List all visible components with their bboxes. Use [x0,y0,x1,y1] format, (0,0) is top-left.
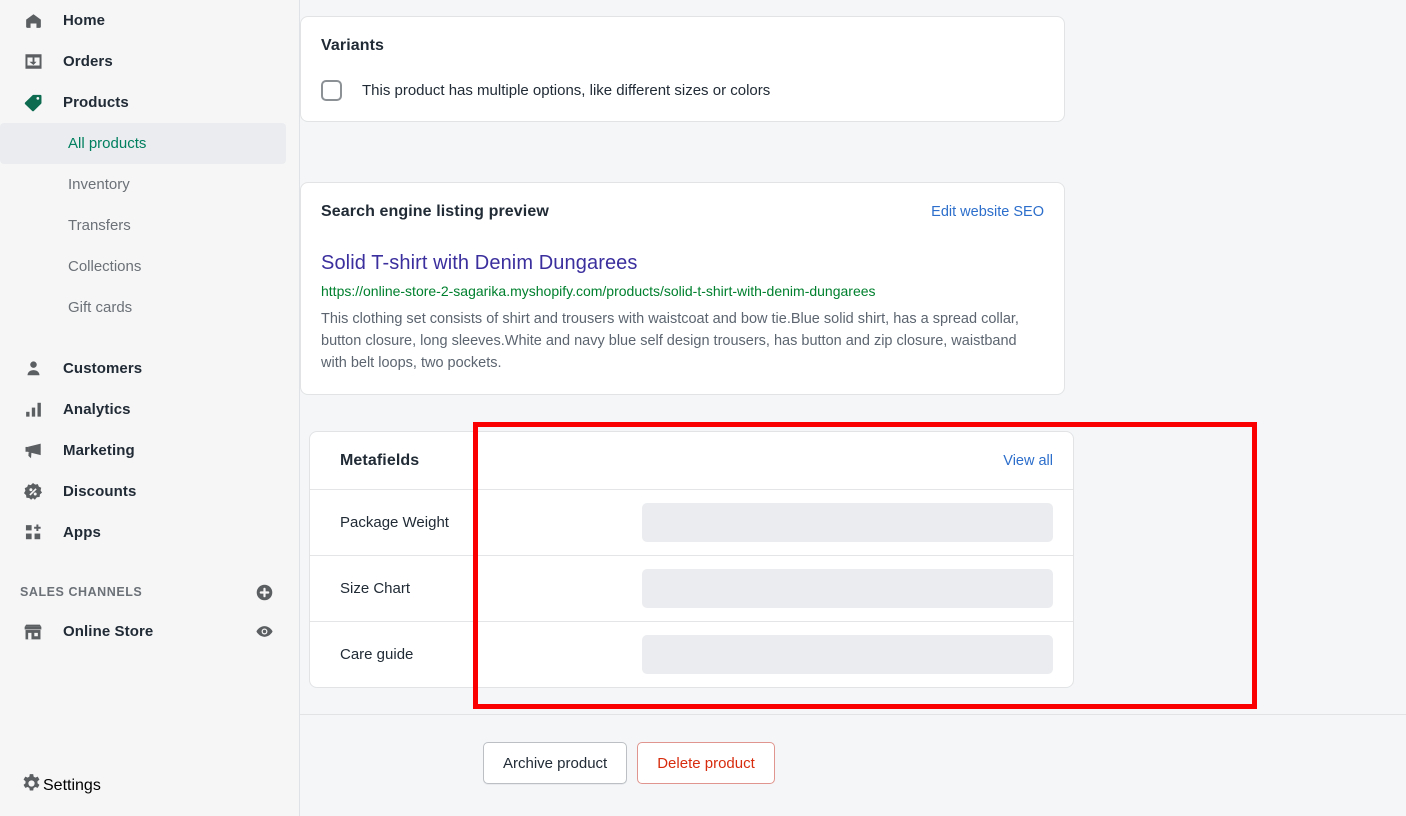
sidebar-item-online-store[interactable]: Online Store [0,611,299,652]
care-guide-input[interactable] [642,635,1053,674]
home-icon [20,8,46,34]
sidebar-item-customers[interactable]: Customers [0,348,299,389]
sidebar-subitem-label: Gift cards [68,299,133,316]
product-tag-icon [20,90,46,116]
size-chart-input[interactable] [642,569,1053,608]
delete-product-label: Delete product [657,754,755,772]
analytics-bars-icon [20,397,46,423]
seo-listing-title[interactable]: Solid T-shirt with Denim Dungarees [321,252,1044,275]
gear-icon [20,772,43,800]
multiple-options-checkbox[interactable] [321,80,342,101]
sidebar-item-label: Orders [63,53,113,70]
sidebar-item-apps[interactable]: Apps [0,512,299,553]
eye-icon[interactable] [251,619,277,645]
package-weight-input[interactable] [642,503,1053,542]
sidebar-item-products[interactable]: Products [0,82,299,123]
sidebar-item-label: Customers [63,360,143,377]
shopify-admin-product-page: Home Orders Products All products Invent… [0,0,1406,816]
store-front-icon [20,619,46,645]
metafield-label: Package Weight [340,514,449,531]
sidebar-item-label: Discounts [63,483,137,500]
main-sidebar: Home Orders Products All products Invent… [0,0,300,816]
variants-card: Variants This product has multiple optio… [300,16,1065,122]
customer-person-icon [20,356,46,382]
sidebar-item-settings[interactable]: Settings [0,754,300,816]
marketing-megaphone-icon [20,438,46,464]
sidebar-item-orders[interactable]: Orders [0,41,299,82]
orders-inbox-icon [20,49,46,75]
sidebar-item-label: Analytics [63,401,131,418]
metafield-label: Care guide [340,646,414,663]
sidebar-subitem-label: Collections [68,258,142,275]
sidebar-item-label: Products [63,94,129,111]
sidebar-item-marketing[interactable]: Marketing [0,430,299,471]
metafield-label: Size Chart [340,580,411,597]
main-content: Variants This product has multiple optio… [300,0,1406,816]
metafields-title: Metafields [340,452,420,469]
sales-channels-heading: SALES CHANNELS [20,585,143,599]
search-engine-listing-card: Search engine listing preview Edit websi… [300,182,1065,395]
plus-circle-icon[interactable] [251,579,277,605]
archive-product-button[interactable]: Archive product [483,742,628,784]
delete-product-button[interactable]: Delete product [637,742,775,784]
bottom-divider [300,714,1406,715]
edit-website-seo-link[interactable]: Edit website SEO [931,204,1044,220]
metafields-view-all-link[interactable]: View all [1003,453,1053,469]
sidebar-item-inventory[interactable]: Inventory [0,164,286,205]
apps-grid-plus-icon [20,520,46,546]
sidebar-subitem-label: All products [68,135,147,152]
seo-title: Search engine listing preview [321,203,549,220]
seo-header: Search engine listing preview Edit websi… [321,203,1044,221]
sales-channels-header: SALES CHANNELS [0,573,299,611]
metafields-card: Metafields View all Package Weight Size … [309,431,1074,688]
sidebar-item-label: Home [63,12,106,29]
metafields-header: Metafields View all [310,432,1073,489]
metafield-row-size-chart: Size Chart [310,555,1073,621]
sidebar-item-discounts[interactable]: Discounts [0,471,299,512]
archive-product-label: Archive product [503,754,608,772]
sidebar-item-transfers[interactable]: Transfers [0,205,286,246]
sidebar-item-label: Settings [43,776,101,794]
sidebar-item-home[interactable]: Home [0,0,299,41]
discount-percent-icon [20,479,46,505]
variants-title: Variants [321,37,385,54]
seo-listing-url: https://online-store-2-sagarika.myshopif… [321,283,876,299]
sidebar-item-collections[interactable]: Collections [0,246,286,287]
sidebar-subitem-label: Inventory [68,176,130,193]
variants-checkbox-row[interactable]: This product has multiple options, like … [321,80,1044,101]
sidebar-item-label: Online Store [63,623,154,640]
metafield-row-package-weight: Package Weight [310,489,1073,555]
sidebar-item-label: Apps [63,524,101,541]
sidebar-item-label: Marketing [63,442,135,459]
sidebar-item-gift-cards[interactable]: Gift cards [0,287,286,328]
sidebar-item-all-products[interactable]: All products [0,123,286,164]
multiple-options-label: This product has multiple options, like … [362,82,771,99]
product-actions: Archive product Delete product [483,742,1248,784]
seo-listing-description: This clothing set consists of shirt and … [321,311,1019,371]
sidebar-subitem-label: Transfers [68,217,131,234]
sidebar-item-analytics[interactable]: Analytics [0,389,299,430]
metafield-row-care-guide: Care guide [310,621,1073,687]
